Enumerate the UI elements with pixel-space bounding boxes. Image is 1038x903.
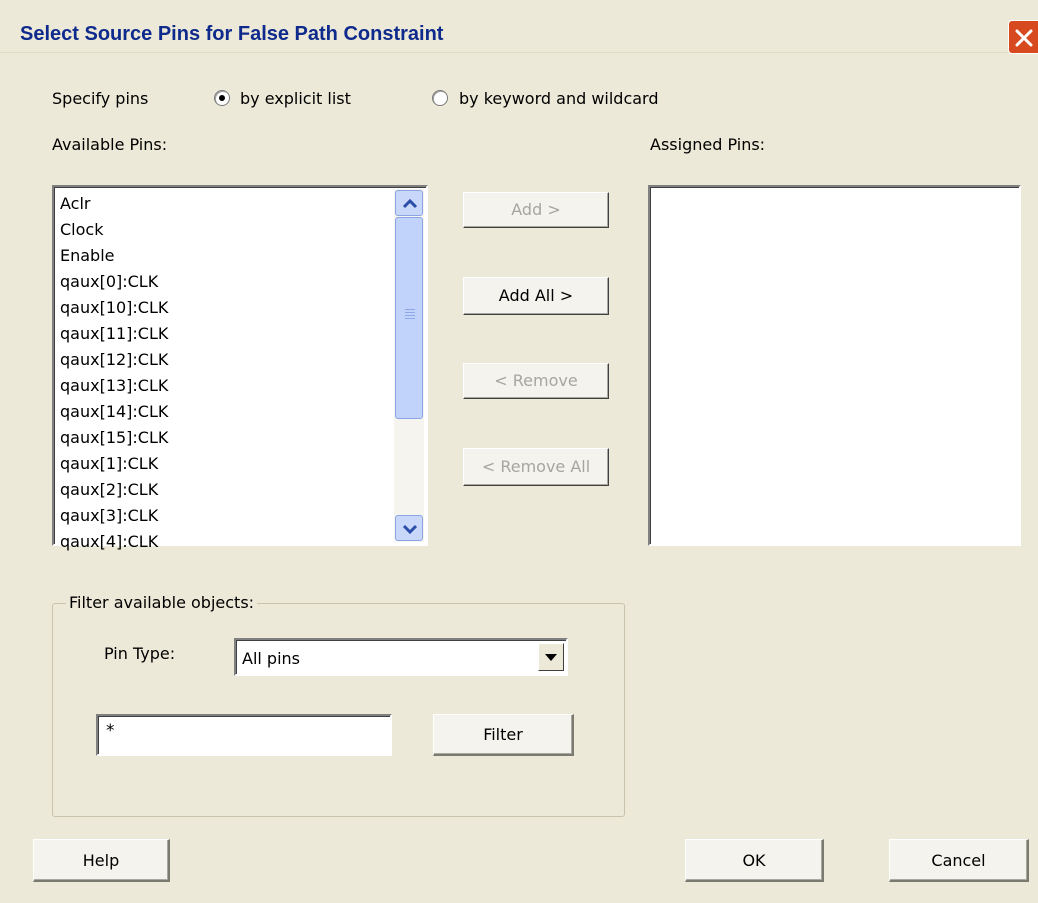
radio-selected-dot	[219, 95, 225, 101]
filter-group	[52, 603, 625, 817]
scroll-up-button[interactable]	[395, 190, 423, 216]
list-item[interactable]: qaux[14]:CLK	[60, 399, 390, 425]
list-item[interactable]: qaux[11]:CLK	[60, 321, 390, 347]
remove-button[interactable]: < Remove	[463, 363, 609, 399]
dropdown-arrow-icon	[539, 654, 563, 674]
filter-group-label: Filter available objects:	[66, 593, 258, 612]
filter-pattern-input[interactable]: *	[96, 714, 392, 756]
pin-type-value: All pins	[242, 649, 300, 668]
radio-keyword-circle[interactable]	[432, 90, 448, 106]
list-item[interactable]: qaux[0]:CLK	[60, 269, 390, 295]
list-item[interactable]: qaux[15]:CLK	[60, 425, 390, 451]
list-item[interactable]: Aclr	[60, 191, 390, 217]
dialog-title: Select Source Pins for False Path Constr…	[20, 23, 444, 45]
scroll-thumb[interactable]	[395, 217, 423, 419]
filter-button[interactable]: Filter	[433, 714, 574, 756]
close-button[interactable]	[1008, 20, 1038, 54]
available-pins-items: Aclr Clock Enable qaux[0]:CLK qaux[10]:CLK qa…	[60, 191, 390, 555]
list-item[interactable]: qaux[1]:CLK	[60, 451, 390, 477]
list-item[interactable]: Clock	[60, 217, 390, 243]
pin-type-select[interactable]: All pins	[234, 638, 568, 676]
add-button[interactable]: Add >	[463, 192, 609, 228]
list-item[interactable]: Enable	[60, 243, 390, 269]
help-button[interactable]: Help	[33, 839, 170, 882]
cancel-button[interactable]: Cancel	[889, 839, 1029, 882]
list-item[interactable]: qaux[12]:CLK	[60, 347, 390, 373]
ok-button[interactable]: OK	[685, 839, 824, 882]
specify-pins-label: Specify pins	[52, 89, 149, 108]
list-item[interactable]: qaux[2]:CLK	[60, 477, 390, 503]
remove-all-button[interactable]: < Remove All	[463, 448, 609, 486]
pin-type-label: Pin Type:	[104, 644, 176, 663]
available-pins-label: Available Pins:	[52, 135, 168, 154]
list-item[interactable]: qaux[3]:CLK	[60, 503, 390, 529]
list-item[interactable]: qaux[10]:CLK	[60, 295, 390, 321]
filter-pattern-value: *	[106, 721, 115, 741]
scroll-down-button[interactable]	[395, 515, 423, 541]
radio-keyword-label[interactable]: by keyword and wildcard	[459, 89, 659, 108]
list-item[interactable]: qaux[4]:CLK	[60, 529, 390, 555]
assigned-pins-list[interactable]	[648, 185, 1021, 546]
list-item[interactable]: qaux[13]:CLK	[60, 373, 390, 399]
available-pins-list[interactable]: Aclr Clock Enable qaux[0]:CLK qaux[10]:CLK qa…	[52, 185, 428, 551]
pin-type-dropdown-button[interactable]	[538, 643, 564, 671]
title-bar: Select Source Pins for False Path Constr…	[0, 0, 1038, 54]
radio-explicit-label[interactable]: by explicit list	[240, 89, 351, 108]
available-pins-scrollbar[interactable]	[394, 189, 424, 542]
add-all-button[interactable]: Add All >	[463, 277, 609, 315]
radio-explicit-circle[interactable]	[214, 90, 230, 106]
assigned-pins-label: Assigned Pins:	[650, 135, 766, 154]
